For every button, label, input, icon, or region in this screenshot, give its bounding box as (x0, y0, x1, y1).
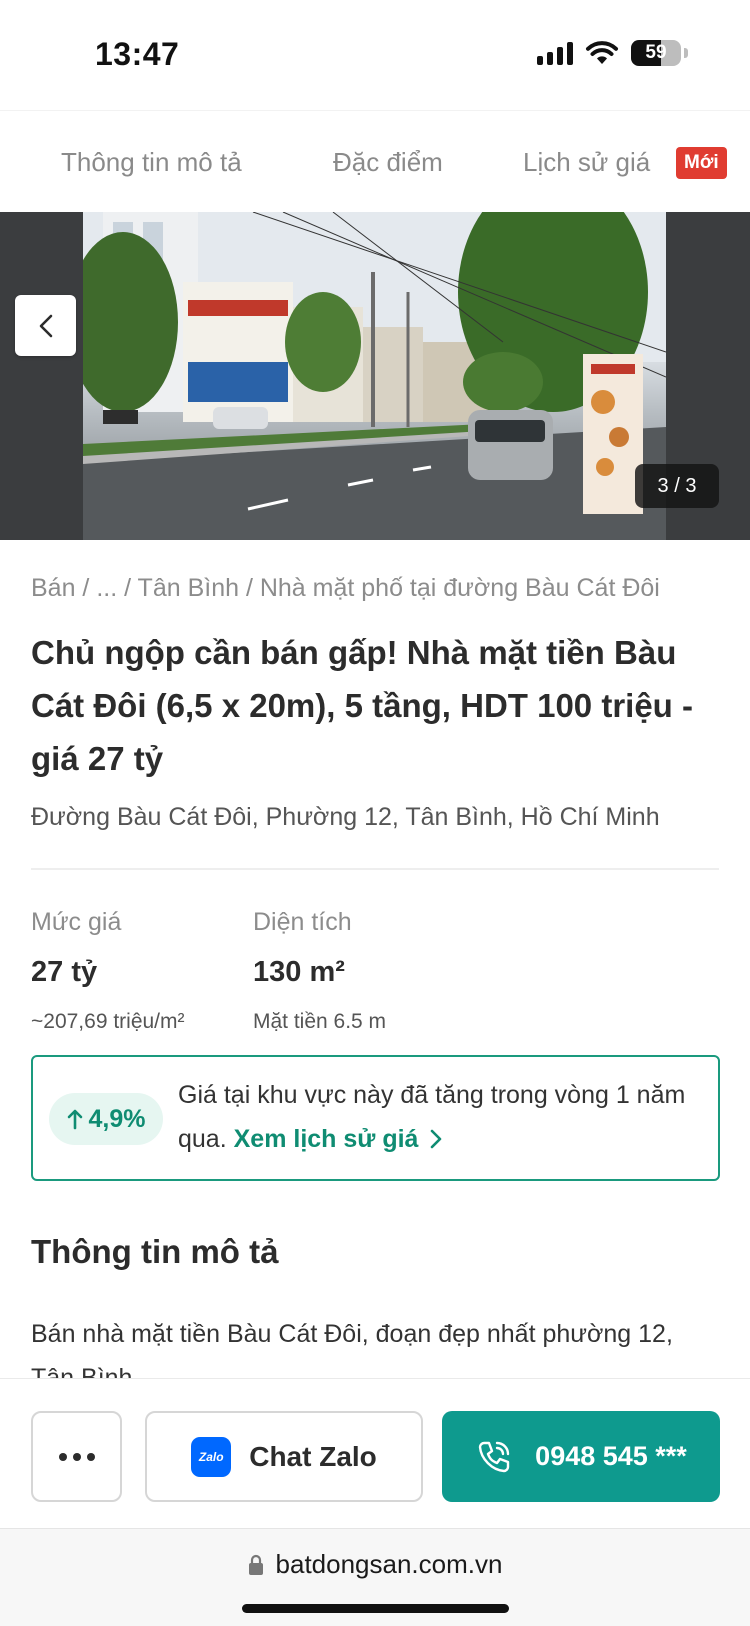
description-heading: Thông tin mô tả (31, 1233, 279, 1270)
phone-number-label: 0948 545 *** (535, 1441, 687, 1471)
chevron-right-icon (431, 1129, 442, 1149)
area-label: Diện tích (253, 908, 352, 936)
tab-features[interactable]: Đặc điểm (333, 147, 443, 178)
more-dot (86, 1452, 95, 1461)
photo-counter: 3 / 3 (635, 464, 719, 508)
trend-text-block: Giá tại khu vực này đã tăng trong vòng 1… (178, 1073, 698, 1161)
description-text: Bán nhà mặt tiền Bàu Cát Đôi, đoạn đẹp n… (31, 1320, 673, 1382)
battery-cap (684, 48, 688, 58)
price-label: Mức giá (31, 908, 122, 936)
more-dot (72, 1452, 81, 1461)
price-history-link[interactable]: Xem lịch sử giá (234, 1125, 444, 1153)
status-time: 13:47 (95, 36, 180, 72)
lock-icon (248, 1554, 263, 1575)
chat-zalo-label: Chat Zalo (249, 1440, 377, 1472)
cellular-signal-icon (537, 41, 573, 65)
chat-zalo-button[interactable]: Zalo Chat Zalo (145, 1411, 423, 1502)
url-display[interactable]: batdongsan.com.vn (0, 1549, 750, 1580)
chevron-left-icon (39, 314, 52, 337)
zalo-icon: Zalo (191, 1436, 232, 1477)
battery-icon: 59 (631, 40, 681, 66)
frontage: Mặt tiền 6.5 m (253, 1010, 387, 1033)
price-per-m2: ~207,69 triệu/m² (31, 1010, 185, 1033)
battery-percent: 59 (645, 42, 667, 63)
more-options-button[interactable] (31, 1411, 122, 1502)
price-trend-card: 4,9% Giá tại khu vực này đã tăng trong v… (31, 1055, 720, 1181)
price-history-link-label[interactable]: Xem lịch sử giá (234, 1125, 419, 1153)
wifi-icon (586, 41, 618, 64)
listing-title: Chủ ngộp cần bán gấp! Nhà mặt tiền Bàu C… (31, 634, 693, 777)
home-indicator (242, 1604, 509, 1613)
trend-percent-pill: 4,9% (49, 1093, 163, 1145)
arrow-up-icon (67, 1109, 82, 1130)
gallery-prev-button[interactable] (15, 295, 76, 356)
section-tabs: Thông tin mô tả Đặc điểm Lịch sử giá Mới (0, 110, 750, 212)
area-value: 130 m² (253, 956, 345, 988)
breadcrumb[interactable]: Bán / ... / Tân Bình / Nhà mặt phố tại đ… (31, 574, 660, 603)
more-dot (58, 1452, 67, 1461)
price-value: 27 tỷ (31, 956, 98, 988)
url-text: batdongsan.com.vn (275, 1549, 503, 1579)
street-photo-illustration (83, 212, 666, 540)
trend-percent: 4,9% (88, 1104, 146, 1133)
bottom-action-bar: Zalo Chat Zalo 0948 545 *** (0, 1378, 750, 1528)
new-badge: Mới (676, 147, 727, 179)
call-button[interactable]: 0948 545 *** (442, 1411, 720, 1502)
status-bar: 13:47 59 (0, 0, 750, 110)
tab-description[interactable]: Thông tin mô tả (61, 147, 242, 178)
divider (31, 868, 719, 870)
photo-gallery[interactable]: 3 / 3 (0, 212, 750, 540)
status-icons: 59 (537, 40, 688, 66)
listing-address: Đường Bàu Cát Đôi, Phường 12, Tân Bình, … (31, 803, 660, 831)
phone-icon (478, 1441, 510, 1472)
listing-photo[interactable] (83, 212, 666, 540)
tab-price-history[interactable]: Lịch sử giá (523, 147, 650, 178)
